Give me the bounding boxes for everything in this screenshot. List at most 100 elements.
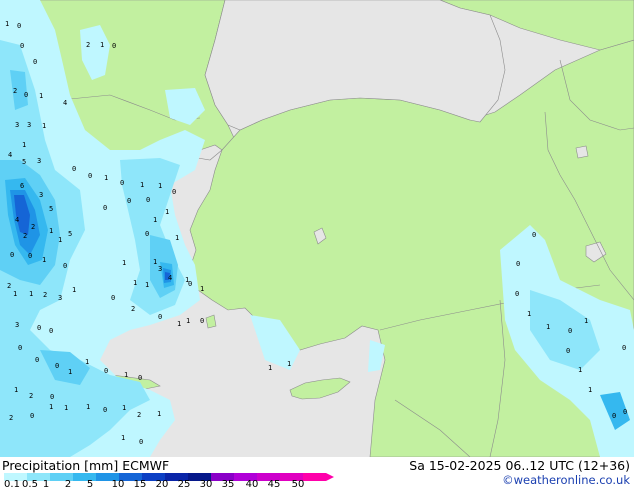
precip-point-label: 1 <box>14 386 18 394</box>
precip-point-label: 0 <box>568 327 572 335</box>
precip-point-label: 0 <box>37 324 41 332</box>
precip-point-label: 1 <box>22 141 26 149</box>
precip-point-label: 1 <box>42 256 46 264</box>
precip-point-label: 0 <box>28 252 32 260</box>
precip-point-label: 1 <box>578 366 582 374</box>
precip-point-label: 2 <box>137 411 141 419</box>
precip-point-label: 1 <box>49 227 53 235</box>
precip-point-label: 1 <box>122 259 126 267</box>
precip-point-label: 2 <box>23 232 27 240</box>
precip-point-label: 2 <box>9 414 13 422</box>
precip-point-label: 1 <box>287 360 291 368</box>
precip-point-label: 6 <box>20 182 24 190</box>
precip-point-label: 2 <box>13 87 17 95</box>
precip-point-label: 0 <box>158 313 162 321</box>
precip-point-label: 1 <box>153 258 157 266</box>
precip-point-label: 0 <box>139 438 143 446</box>
precip-point-label: 0 <box>55 362 59 370</box>
title-text: Precipitation [mm] <box>2 458 119 473</box>
precip-point-label: 3 <box>15 321 19 329</box>
precip-point-label: 0 <box>103 204 107 212</box>
legend-arrow <box>326 473 334 481</box>
precip-point-label: 1 <box>158 182 162 190</box>
precip-point-label: 5 <box>49 205 53 213</box>
precip-point-label: 0 <box>104 367 108 375</box>
precip-point-label: 0 <box>111 294 115 302</box>
precip-point-label: 0 <box>200 317 204 325</box>
precip-point-label: 2 <box>31 223 35 231</box>
map-title: Precipitation [mm] ECMWF <box>2 458 169 473</box>
precip-point-label: 0 <box>35 356 39 364</box>
precip-point-label: 5 <box>68 230 72 238</box>
precip-point-label: 1 <box>200 285 204 293</box>
legend-tick-label: 5 <box>86 479 94 490</box>
valid-time: Sa 15-02-2025 06..12 UTC (12+36) <box>409 458 630 473</box>
precip-point-label: 0 <box>145 230 149 238</box>
lake-sevan <box>575 145 589 159</box>
precip-point-label: 0 <box>30 412 34 420</box>
precip-point-label: 0 <box>532 231 536 239</box>
precip-point-label: 1 <box>133 279 137 287</box>
precip-point-label: 3 <box>27 121 31 129</box>
precip-point-label: 1 <box>13 290 17 298</box>
precip-point-label: 0 <box>120 179 124 187</box>
precip-point-label: 3 <box>15 121 19 129</box>
legend-tick-label: 20 <box>155 479 169 490</box>
legend-tick-label: 2 <box>64 479 72 490</box>
precip-point-label: 5 <box>22 158 26 166</box>
precip-point-label: 1 <box>527 310 531 318</box>
precip-point-label: 0 <box>566 347 570 355</box>
precip-point-label: 0 <box>188 280 192 288</box>
precip-point-label: 0 <box>127 197 131 205</box>
precip-point-label: 1 <box>100 41 104 49</box>
precip-point-label: 0 <box>612 412 616 420</box>
precip-point-label: 0 <box>146 196 150 204</box>
precip-point-label: 1 <box>64 404 68 412</box>
precip-point-label: 0 <box>72 165 76 173</box>
legend-swatch <box>303 473 326 481</box>
precip-point-label: 1 <box>86 403 90 411</box>
precip-point-label: 3 <box>37 157 41 165</box>
legend-tick-label: 10 <box>111 479 125 490</box>
precip-point-label: 3 <box>158 265 162 273</box>
map-footer: Precipitation [mm] ECMWF Sa 15-02-2025 0… <box>0 457 634 490</box>
precip-point-label: 0 <box>33 58 37 66</box>
precip-point-label: 0 <box>623 408 627 416</box>
precip-point-label: 1 <box>85 358 89 366</box>
legend-tick-label: 0.5 <box>22 479 38 490</box>
precip-point-label: 1 <box>268 364 272 372</box>
precip-point-label: 0 <box>112 42 116 50</box>
precip-point-label: 0 <box>18 344 22 352</box>
precip-point-label: 0 <box>10 251 14 259</box>
precip-point-label: 1 <box>42 122 46 130</box>
precip-point-label: 1 <box>122 404 126 412</box>
precip-point-label: 1 <box>5 20 9 28</box>
precip-point-label: 1 <box>153 216 157 224</box>
legend-tick-label: 45 <box>267 479 281 490</box>
precip-point-label: 1 <box>157 410 161 418</box>
legend-tick-label: 35 <box>221 479 235 490</box>
precip-point-label: 1 <box>68 368 72 376</box>
precip-point-label: 0 <box>516 260 520 268</box>
precip-point-label: 0 <box>17 22 21 30</box>
precipitation-map: 1 000 2 1 02 0 143 3 1145 363542 12 150 0 1021 1 2 313 0 0… <box>0 0 634 457</box>
precip-point-label: 4 <box>168 274 172 282</box>
precip-point-label: 4 <box>63 99 67 107</box>
precip-point-label: 4 <box>15 216 19 224</box>
precip-point-label: 1 <box>58 236 62 244</box>
credit-link[interactable]: ©weatheronline.co.uk <box>502 473 630 487</box>
precip-point-label: 1 <box>177 320 181 328</box>
precip-point-label: 4 <box>8 151 12 159</box>
precip-point-label: 2 <box>7 282 11 290</box>
precip-point-label: 0 <box>50 393 54 401</box>
precip-point-label: 1 <box>29 290 33 298</box>
precip-point-label: 0 <box>172 188 176 196</box>
precip-point-label: 0 <box>622 344 626 352</box>
precip-point-label: 1 <box>584 317 588 325</box>
precip-point-label: 1 <box>165 208 169 216</box>
precip-point-label: 2 <box>43 291 47 299</box>
precip-point-label: 2 <box>86 41 90 49</box>
precip-point-label: 1 <box>39 92 43 100</box>
legend-tick-label: 1 <box>42 479 50 490</box>
precip-point-label: 1 <box>104 174 108 182</box>
